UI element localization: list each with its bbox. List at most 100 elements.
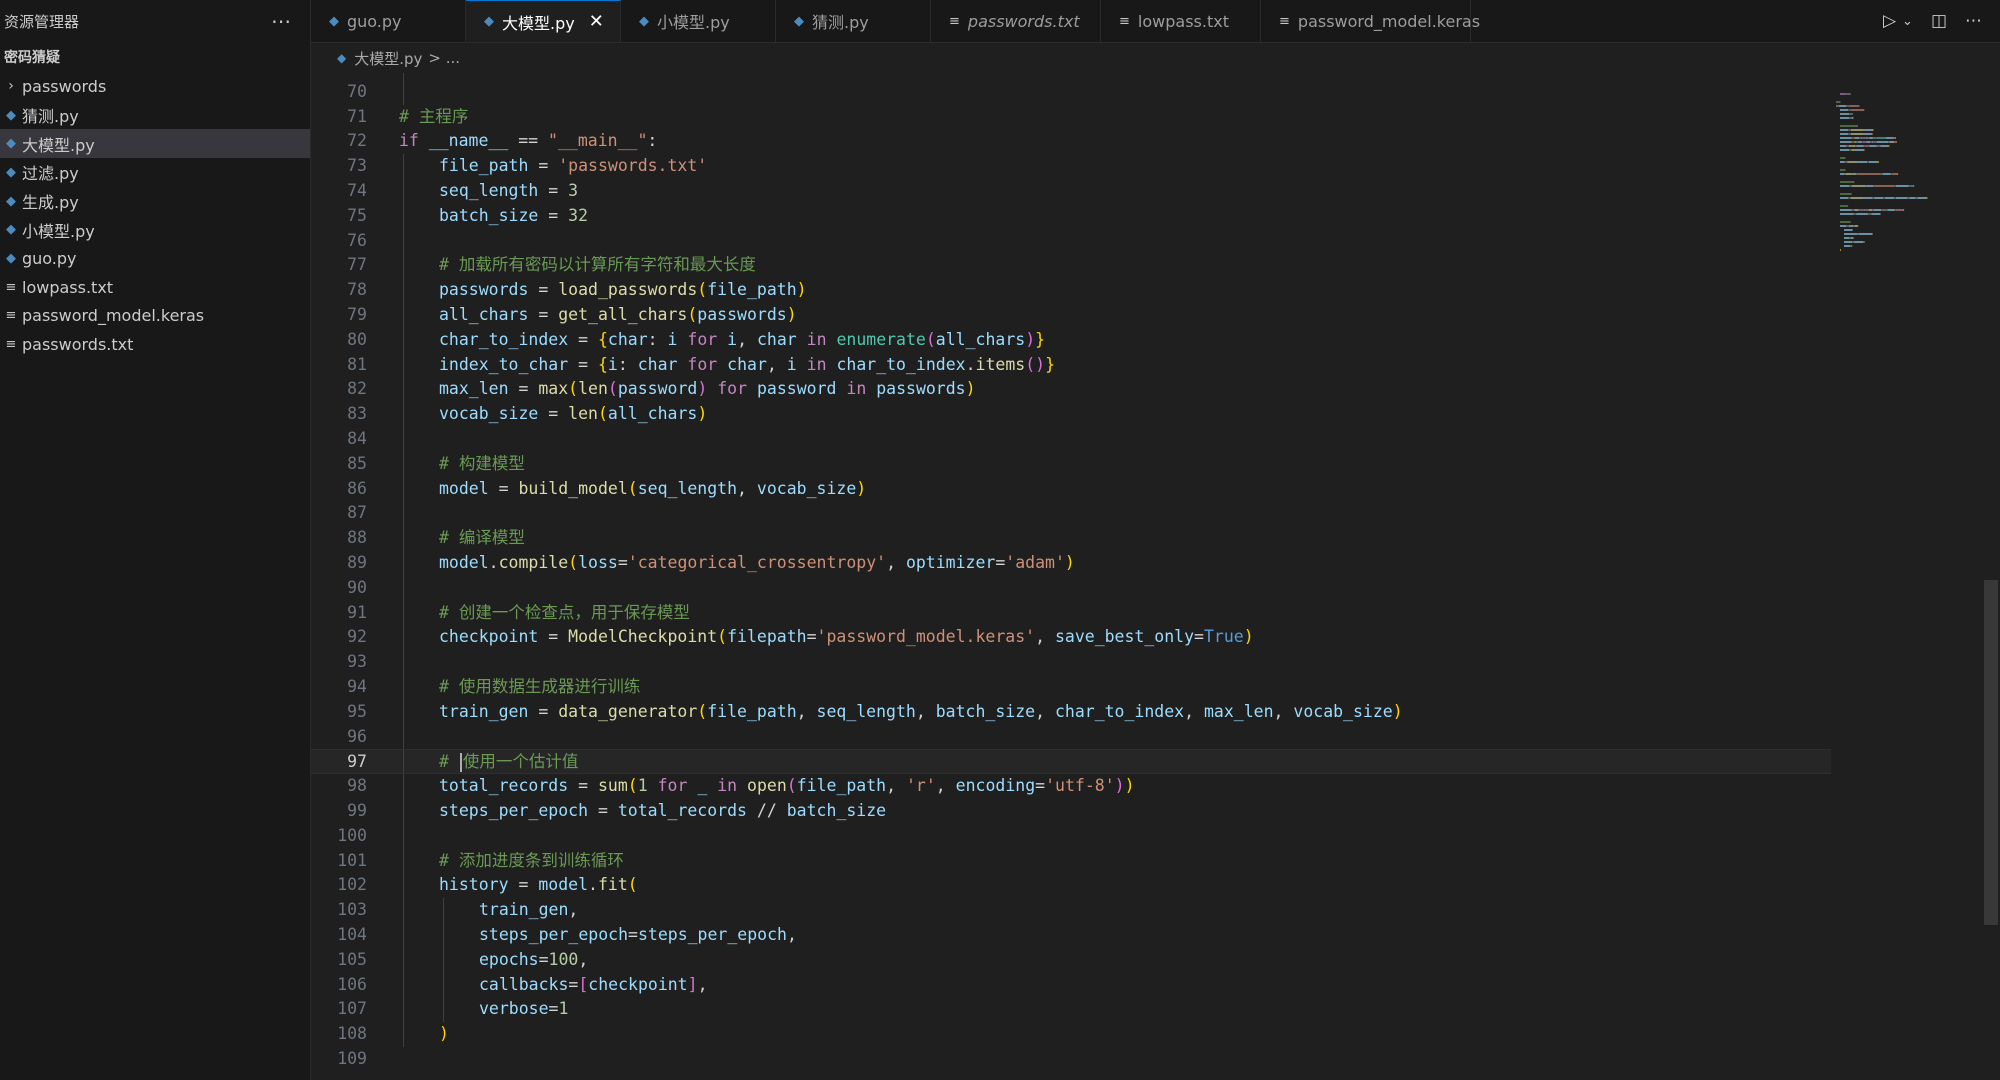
tab-label: lowpass.txt xyxy=(1137,11,1229,31)
minimap-mark xyxy=(1840,109,1849,111)
code-line[interactable]: 76 xyxy=(311,228,1831,254)
minimap-mark xyxy=(1872,141,1874,143)
indent-guide xyxy=(403,253,404,279)
code-line[interactable]: 72 if __name__ == "__main__": xyxy=(311,129,1831,154)
explorer-sidebar: 资源管理器 ⋯ 密码猜疑 › passwords ◆ 猜测.py ◆ 大模型.py ◆ 过滤.… xyxy=(0,0,311,1080)
code-line[interactable]: 101 # 添加进度条到训练循环 xyxy=(311,848,1831,874)
code-line[interactable]: 83 vocab_size = len(all_chars) xyxy=(311,402,1831,427)
run-icon[interactable]: ▷ xyxy=(1883,11,1896,31)
file-tree-item[interactable]: ≡ passwords.txt xyxy=(0,330,310,359)
code-line[interactable]: 81 index_to_char = {i: char for char, i i… xyxy=(311,352,1831,378)
code-line[interactable]: 86 model = build_model(seq_length, vocab_… xyxy=(311,476,1831,502)
code-line[interactable]: 75 batch_size = 32 xyxy=(311,203,1831,229)
editor-tab[interactable]: ≡ passwords.txt xyxy=(931,0,1101,42)
minimap-mark xyxy=(1849,117,1852,119)
line-number: 97 xyxy=(347,752,367,772)
code-line[interactable]: 84 xyxy=(311,427,1831,452)
minimap-mark xyxy=(1869,137,1873,139)
minimap-mark xyxy=(1907,197,1910,199)
code-line[interactable]: 69 return model xyxy=(311,73,1831,80)
code-line[interactable]: 108) xyxy=(311,1022,1831,1047)
file-tree-item[interactable]: ◆ 小模型.py xyxy=(0,215,310,244)
code-line[interactable]: 102 history = model.fit( xyxy=(311,873,1831,899)
workspace-folder-title[interactable]: 密码猜疑 xyxy=(0,42,310,72)
code-line[interactable]: 91 # 创建一个检查点，用于保存模型 xyxy=(311,600,1831,626)
code-line[interactable]: 103 train_gen, xyxy=(311,898,1831,923)
code-line[interactable]: 99 steps_per_epoch = total_records // bat… xyxy=(311,799,1831,824)
file-tree-item[interactable]: ◆ guo.py xyxy=(0,244,310,273)
code-line[interactable]: 74 seq_length = 3 xyxy=(311,179,1831,204)
code-line[interactable]: 70 xyxy=(311,79,1831,105)
close-icon[interactable]: ✕ xyxy=(589,11,604,32)
more-actions-icon[interactable]: ⋯ xyxy=(271,9,292,33)
minimap[interactable] xyxy=(1830,73,1980,373)
minimap-mark xyxy=(1882,173,1891,175)
code-line[interactable]: 71 # 主程序 xyxy=(311,105,1831,130)
code-token: ( xyxy=(786,776,797,796)
editor-tab[interactable]: ≡ lowpass.txt xyxy=(1101,0,1261,42)
file-tree-item[interactable]: ≡ lowpass.txt xyxy=(0,273,310,302)
more-actions-icon[interactable]: ⋯ xyxy=(1965,11,1982,31)
split-editor-icon[interactable]: ◫ xyxy=(1931,11,1947,31)
python-file-icon: ◆ xyxy=(337,51,347,65)
file-tree-item[interactable]: ≡ password_model.keras xyxy=(0,302,310,331)
code-line[interactable]: 82 max_len = max(len(password) for passwo… xyxy=(311,377,1831,403)
code-line[interactable]: 80 char_to_index = {char: i for i, char i… xyxy=(311,327,1831,353)
breadcrumb-rest[interactable]: > ... xyxy=(428,49,460,67)
code-line[interactable]: 109 xyxy=(311,1047,1831,1072)
editor-tab[interactable]: ◆ 小模型.py xyxy=(621,0,776,42)
code-text: return model xyxy=(439,73,558,80)
code-line[interactable]: 78 passwords = load_passwords(file_path) xyxy=(311,278,1831,303)
line-number: 103 xyxy=(337,900,367,920)
minimap-mark xyxy=(1865,141,1867,143)
code-line[interactable]: 88 # 编译模型 xyxy=(311,526,1831,551)
code-line[interactable]: 105 epochs=100, xyxy=(311,947,1831,973)
editor-tab[interactable]: ◆ 猜测.py xyxy=(776,0,931,42)
code-line[interactable]: 77 # 加载所有密码以计算所有字符和最大长度 xyxy=(311,253,1831,279)
code-token: = xyxy=(628,925,638,944)
code-line[interactable]: 90 xyxy=(311,575,1831,601)
code-line[interactable]: 93 xyxy=(311,650,1831,675)
code-token: i xyxy=(786,354,797,374)
code-line[interactable]: 98 total_records = sum(1 for _ in open(fi… xyxy=(311,774,1831,799)
editor-tab[interactable]: ≡ password_model.keras xyxy=(1261,0,1480,42)
minimap-mark xyxy=(1877,161,1879,163)
file-tree-item[interactable]: › passwords xyxy=(0,72,310,101)
code-line[interactable]: 85 # 构建模型 xyxy=(311,451,1831,477)
chevron-down-icon[interactable]: ⌄ xyxy=(1902,14,1913,29)
code-line[interactable]: 79 all_chars = get_all_chars(passwords) xyxy=(311,303,1831,328)
line-number: 96 xyxy=(347,726,367,746)
code-token: ( xyxy=(627,776,638,796)
editor-tab[interactable]: ◆ 大模型.py ✕ xyxy=(466,0,621,42)
code-line[interactable]: 107 verbose=1 xyxy=(311,997,1831,1023)
code-line[interactable]: 87 xyxy=(311,501,1831,527)
file-tree-item[interactable]: ◆ 生成.py xyxy=(0,187,310,216)
minimap-mark xyxy=(1854,225,1858,227)
code-line[interactable]: 96 xyxy=(311,724,1831,750)
code-line[interactable]: 97 # 使用一个估计值 xyxy=(311,749,1831,775)
code-token: char xyxy=(607,329,648,349)
minimap-mark xyxy=(1848,109,1851,111)
indent-guide xyxy=(403,724,404,750)
code-line[interactable]: 89 model.compile(loss='categorical_crosse… xyxy=(311,551,1831,576)
code-editor[interactable]: 69 return model 70 71 # 主程序 72 if __name__ == … xyxy=(311,73,2000,1080)
code-line[interactable]: 106 callbacks=[checkpoint], xyxy=(311,972,1831,998)
code-line[interactable]: 94 # 使用数据生成器进行训练 xyxy=(311,675,1831,700)
code-line[interactable]: 95 train_gen = data_generator(file_path, … xyxy=(311,699,1831,725)
editor-tab[interactable]: ◆ guo.py xyxy=(311,0,466,42)
line-number: 100 xyxy=(337,825,367,845)
code-line[interactable]: 100 xyxy=(311,823,1831,849)
file-tree-item[interactable]: ◆ 猜测.py xyxy=(0,101,310,130)
file-tree-item[interactable]: ◆ 过滤.py xyxy=(0,158,310,187)
code-token: for xyxy=(717,379,748,399)
code-line[interactable]: 92 checkpoint = ModelCheckpoint(filepath=… xyxy=(311,625,1831,651)
vertical-scrollbar[interactable] xyxy=(1984,580,1998,925)
code-line[interactable]: 104 steps_per_epoch=steps_per_epoch, xyxy=(311,923,1831,948)
line-number: 80 xyxy=(347,329,367,349)
minimap-mark xyxy=(1850,237,1854,239)
code-line[interactable]: 73 file_path = 'passwords.txt' xyxy=(311,154,1831,179)
minimap-mark xyxy=(1883,209,1886,211)
file-tree-item[interactable]: ◆ 大模型.py xyxy=(0,129,310,159)
breadcrumb-file[interactable]: 大模型.py xyxy=(354,48,422,69)
minimap-mark xyxy=(1902,209,1904,211)
